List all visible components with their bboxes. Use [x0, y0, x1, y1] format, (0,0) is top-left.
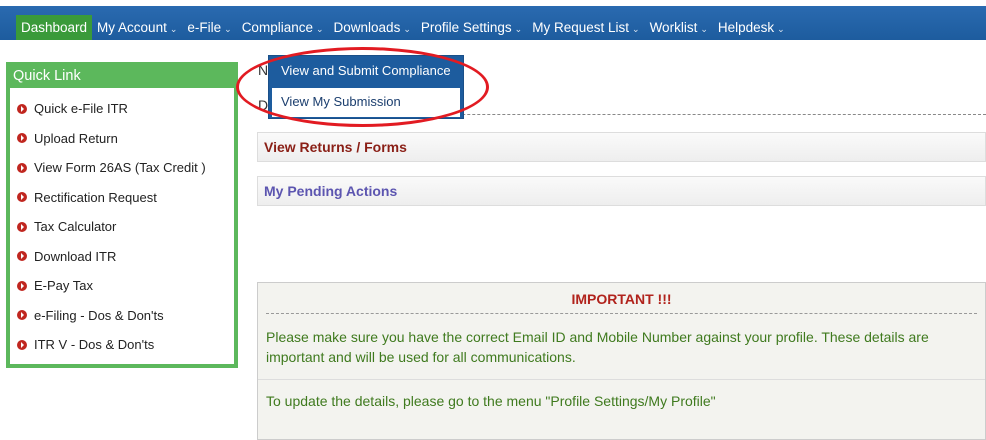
view-returns-forms-panel[interactable]: View Returns / Forms	[257, 132, 986, 162]
chevron-down-icon: ⌄	[777, 24, 785, 34]
quick-link-item[interactable]: Tax Calculator	[10, 212, 234, 242]
chevron-down-icon: ⌄	[224, 24, 232, 34]
chevron-down-icon: ⌄	[315, 24, 324, 34]
nav-label: e-File	[187, 20, 222, 35]
quick-link-label: e-Filing - Dos & Don'ts	[34, 307, 164, 323]
my-pending-actions-panel[interactable]: My Pending Actions	[257, 176, 986, 206]
quick-link-label: Rectification Request	[34, 189, 157, 205]
quick-link-item[interactable]: e-Filing - Dos & Don'ts	[10, 301, 234, 331]
quick-link-item[interactable]: Download ITR	[10, 242, 234, 272]
arrow-bullet-icon	[17, 192, 27, 203]
nav-item-e-file[interactable]: e-File ⌄	[182, 15, 236, 40]
nav-item-my-request-list[interactable]: My Request List ⌄	[527, 15, 644, 40]
nav-item-downloads[interactable]: Downloads ⌄	[329, 15, 416, 40]
nav-label: My Request List	[532, 20, 630, 35]
quick-link-label: E-Pay Tax	[34, 278, 94, 294]
nav-label: Downloads	[333, 20, 401, 35]
important-notice-box: IMPORTANT !!! Please make sure you have …	[257, 282, 986, 440]
quick-link-label: Tax Calculator	[34, 219, 117, 235]
chevron-down-icon: ⌄	[403, 24, 411, 34]
nav-label: Worklist	[649, 20, 698, 35]
quick-link-label: ITR V - Dos & Don'ts	[34, 337, 155, 353]
arrow-bullet-icon	[17, 310, 27, 321]
menu-item-view-and-submit-compliance[interactable]: View and Submit Compliance	[269, 57, 463, 85]
arrow-bullet-icon	[17, 162, 27, 173]
arrow-bullet-icon	[17, 339, 27, 350]
nav-item-dashboard[interactable]: Dashboard	[16, 15, 93, 40]
quick-link-label: View Form 26AS (Tax Credit )	[34, 160, 206, 176]
obscured-section-fragment: D	[258, 97, 269, 113]
arrow-bullet-icon	[17, 103, 27, 114]
chevron-down-icon: ⌄	[700, 24, 708, 34]
nav-label: Profile Settings	[420, 20, 512, 35]
quick-link-panel: Quick Link Quick e-File ITR Upload Retur…	[6, 62, 238, 368]
nav-label: My Account	[97, 20, 167, 35]
nav-item-profile-settings[interactable]: Profile Settings ⌄	[416, 15, 527, 40]
important-title: IMPORTANT !!!	[571, 291, 672, 307]
quick-link-item[interactable]: E-Pay Tax	[10, 271, 234, 301]
chevron-down-icon: ⌄	[169, 24, 178, 34]
quick-link-label: Quick e-File ITR	[34, 101, 128, 117]
nav-label: Dashboard	[21, 20, 88, 35]
important-message-update-profile: To update the details, please go to the …	[266, 393, 716, 409]
nav-menu: Dashboard My Account ⌄ e-File ⌄ Compliance…	[16, 15, 790, 40]
top-nav-bar: Dashboard My Account ⌄ e-File ⌄ Compliance…	[0, 0, 986, 40]
quick-link-item[interactable]: ITR V - Dos & Don'ts	[10, 330, 234, 360]
important-message-email-mobile: Please make sure you have the correct Em…	[266, 329, 929, 365]
menu-item-view-my-submission[interactable]: View My Submission	[272, 88, 460, 117]
quick-link-item[interactable]: Quick e-File ITR	[10, 94, 234, 124]
nav-item-my-account[interactable]: My Account ⌄	[92, 15, 182, 40]
quick-link-item[interactable]: View Form 26AS (Tax Credit )	[10, 153, 234, 183]
arrow-bullet-icon	[17, 221, 27, 232]
nav-item-compliance[interactable]: Compliance ⌄	[237, 15, 329, 40]
nav-label: Helpdesk	[717, 20, 775, 35]
compliance-dropdown-menu: View and Submit Compliance View My Submi…	[268, 55, 464, 119]
quick-link-title: Quick Link	[10, 66, 234, 88]
nav-label: Compliance	[241, 20, 313, 35]
chevron-down-icon: ⌄	[514, 24, 523, 34]
obscured-heading-fragment: N	[258, 62, 269, 78]
nav-item-worklist[interactable]: Worklist ⌄	[645, 15, 713, 40]
chevron-down-icon: ⌄	[632, 24, 640, 34]
quick-link-item[interactable]: Upload Return	[10, 124, 234, 154]
nav-item-helpdesk[interactable]: Helpdesk ⌄	[713, 15, 790, 40]
arrow-bullet-icon	[17, 280, 27, 291]
quick-link-label: Download ITR	[34, 248, 117, 264]
quick-link-label: Upload Return	[34, 130, 118, 146]
quick-link-list: Quick e-File ITR Upload Return View Form…	[10, 88, 234, 360]
arrow-bullet-icon	[17, 251, 27, 262]
quick-link-item[interactable]: Rectification Request	[10, 183, 234, 213]
arrow-bullet-icon	[17, 133, 27, 144]
